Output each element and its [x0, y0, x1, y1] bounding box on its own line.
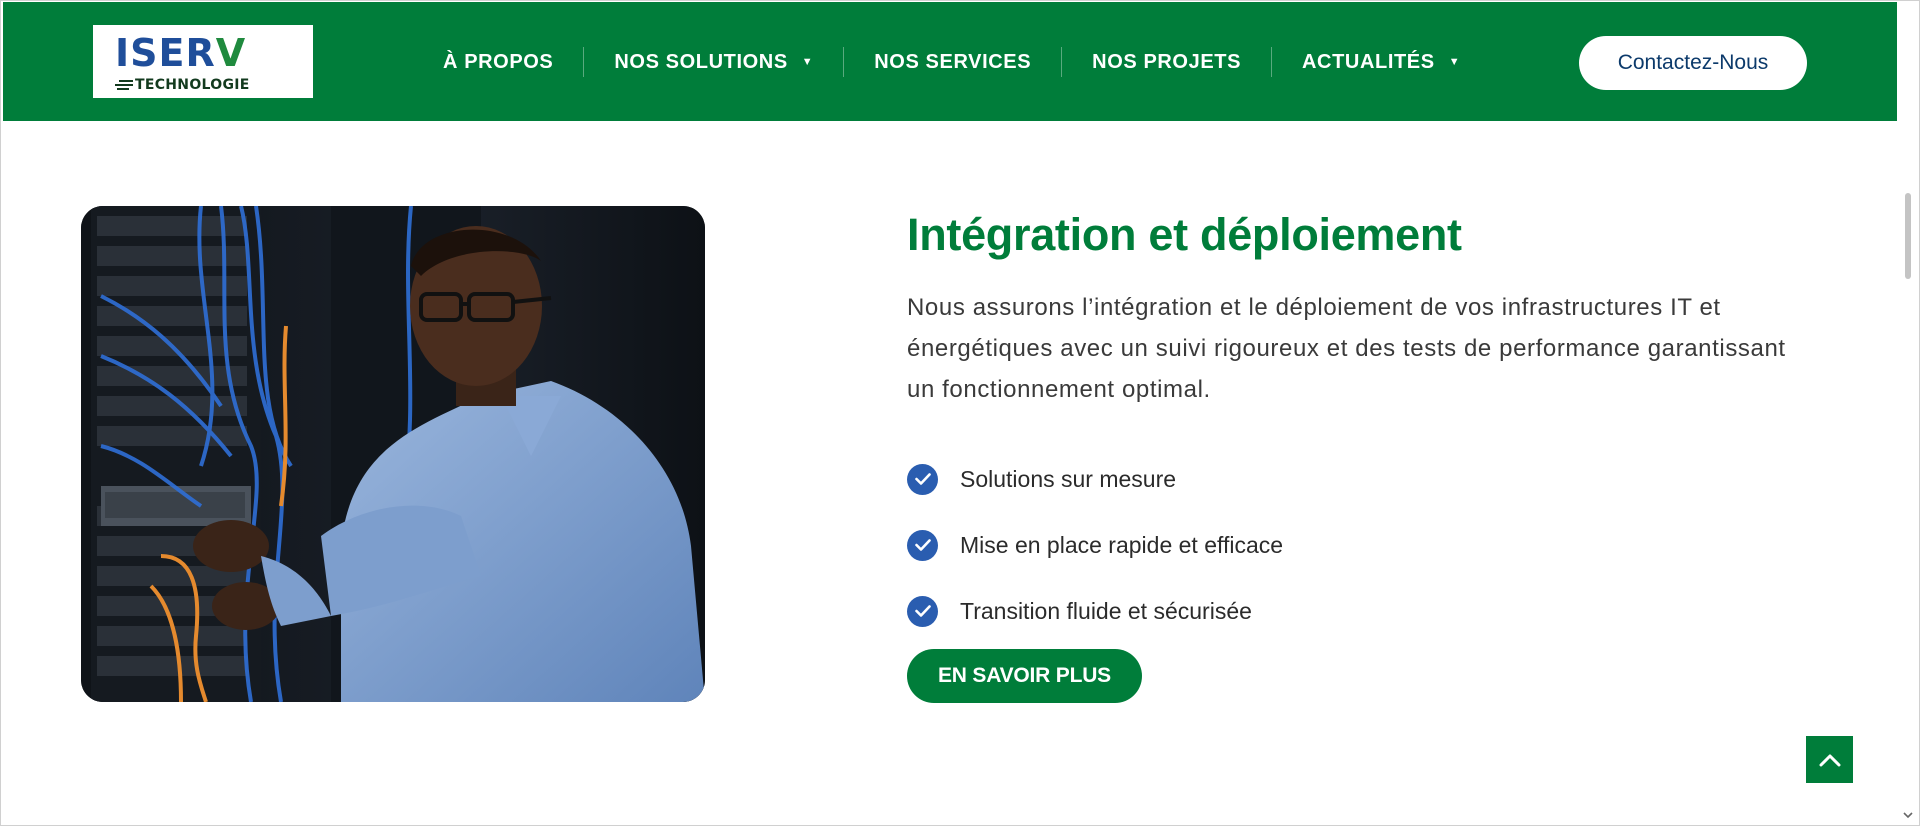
nav-item-label: NOS SERVICES	[874, 50, 1032, 73]
scroll-down-arrow-icon[interactable]	[1901, 809, 1915, 821]
feature-list: Solutions sur mesure Mise en place rapid…	[907, 446, 1283, 644]
logo-wordmark-v: V	[215, 31, 247, 75]
caret-down-icon: ▼	[1448, 56, 1461, 68]
section-title: Intégration et déploiement	[907, 209, 1462, 260]
nav-item-actualites[interactable]: ACTUALITÉS ▼	[1272, 47, 1490, 77]
nav-item-label: NOS PROJETS	[1092, 50, 1242, 73]
check-circle-icon	[907, 463, 938, 495]
list-item: Transition fluide et sécurisée	[907, 578, 1283, 644]
section-description: Nous assurons l’intégration et le déploi…	[907, 294, 1786, 403]
vertical-scrollbar[interactable]	[1899, 1, 1919, 825]
nav-item-a-propos[interactable]: À PROPOS	[413, 47, 583, 77]
logo-lines-icon	[115, 80, 133, 90]
check-circle-icon	[907, 595, 938, 627]
caret-down-icon: ▼	[801, 56, 814, 68]
technician-photo	[81, 206, 705, 702]
check-circle-icon	[907, 529, 938, 561]
list-item: Mise en place rapide et efficace	[907, 512, 1283, 578]
logo-wordmark: ISER	[115, 31, 216, 75]
nav-item-nos-projets[interactable]: NOS PROJETS	[1062, 47, 1271, 77]
learn-more-button[interactable]: EN SAVOIR PLUS	[907, 649, 1142, 703]
nav-item-label: NOS SOLUTIONS	[614, 50, 788, 73]
scroll-to-top-button[interactable]	[1806, 736, 1853, 783]
nav-item-nos-solutions[interactable]: NOS SOLUTIONS ▼	[584, 47, 843, 77]
nav-item-nos-services[interactable]: NOS SERVICES	[844, 47, 1061, 77]
nav-item-label: À PROPOS	[443, 50, 554, 73]
nav-item-label: ACTUALITÉS	[1302, 50, 1435, 73]
chevron-up-icon	[1819, 754, 1840, 766]
feature-label: Transition fluide et sécurisée	[960, 597, 1252, 624]
main-nav: À PROPOS NOS SOLUTIONS ▼ NOS SERVICES NO…	[413, 42, 1490, 82]
site-header: ISERV TECHNOLOGIE À PROPOS NOS SOLUTIONS…	[3, 2, 1897, 121]
feature-label: Mise en place rapide et efficace	[960, 531, 1284, 558]
scrollbar-thumb[interactable]	[1905, 193, 1911, 279]
logo-subtitle: TECHNOLOGIE	[135, 77, 250, 93]
brand-logo[interactable]: ISERV TECHNOLOGIE	[93, 25, 313, 98]
feature-label: Solutions sur mesure	[960, 465, 1177, 492]
contact-button[interactable]: Contactez-Nous	[1579, 36, 1807, 90]
list-item: Solutions sur mesure	[907, 446, 1283, 512]
